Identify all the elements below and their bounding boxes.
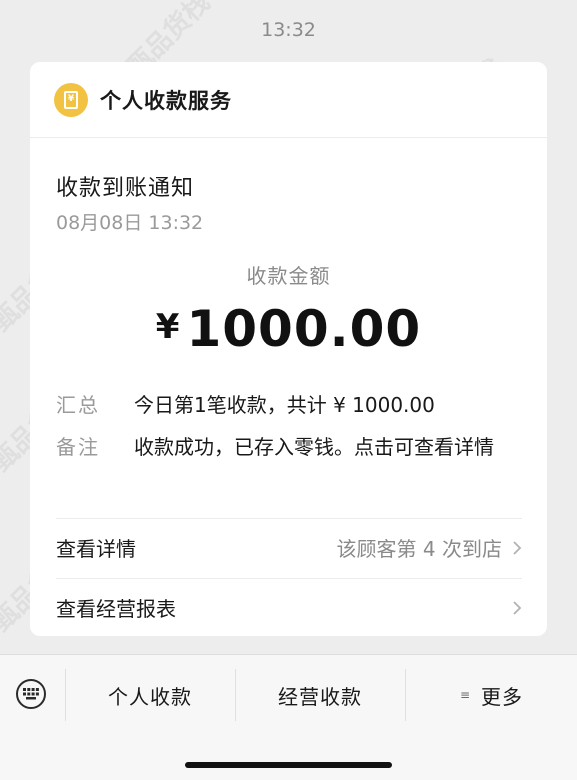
menu-lines-icon: ≡ — [459, 688, 472, 702]
amount-label: 收款金额 — [246, 264, 331, 288]
view-details-label: 查看详情 — [56, 537, 136, 561]
payment-notification-card[interactable]: ¥ 个人收款服务 收款到账通知 08月08日 13:32 收款金额 ¥1000.… — [30, 62, 547, 636]
menu-more-label: 更多 — [481, 684, 524, 709]
notice-title: 收款到账通知 — [56, 176, 195, 201]
menu-personal-payment[interactable]: 个人收款 — [66, 669, 234, 721]
summary-row: 汇总 今日第1笔收款，共计 ¥ 1000.00 — [56, 392, 526, 419]
view-business-report-row[interactable]: 查看经营报表 — [56, 578, 522, 636]
summary-key: 汇总 — [56, 393, 100, 417]
chevron-right-icon — [513, 600, 522, 615]
amount-value: ¥1000.00 — [30, 300, 547, 358]
note-value: 收款成功，已存入零钱。点击可查看详情 — [134, 435, 494, 459]
home-indicator[interactable] — [185, 762, 392, 768]
service-name: 个人收款服务 — [100, 88, 232, 113]
amount-number: 1000.00 — [186, 300, 422, 358]
view-details-row[interactable]: 查看详情 该顾客第 4 次到店 — [56, 518, 522, 576]
message-timestamp: 13:32 — [261, 19, 316, 41]
view-report-label: 查看经营报表 — [56, 597, 176, 621]
customer-visit-count: 该顾客第 4 次到店 — [336, 537, 502, 561]
currency-symbol: ¥ — [155, 307, 181, 347]
menu-business-payment[interactable]: 经营收款 — [236, 669, 404, 721]
chevron-right-icon — [513, 540, 522, 555]
notice-date: 08月08日 13:32 — [56, 212, 204, 234]
card-header[interactable]: ¥ 个人收款服务 — [30, 62, 547, 138]
menu-more[interactable]: ≡ 更多 — [406, 669, 577, 721]
note-key: 备注 — [56, 435, 100, 459]
note-row: 备注 收款成功，已存入零钱。点击可查看详情 — [56, 434, 526, 461]
summary-value: 今日第1笔收款，共计 ¥ 1000.00 — [134, 393, 435, 417]
chat-screen: 甄品货栈 甄品货栈 甄品货栈 甄品货栈 甄品货栈 甄品货栈 甄品货栈 甄品货栈 … — [0, 0, 577, 780]
keyboard-icon[interactable] — [16, 679, 46, 709]
wallet-icon: ¥ — [54, 82, 88, 117]
